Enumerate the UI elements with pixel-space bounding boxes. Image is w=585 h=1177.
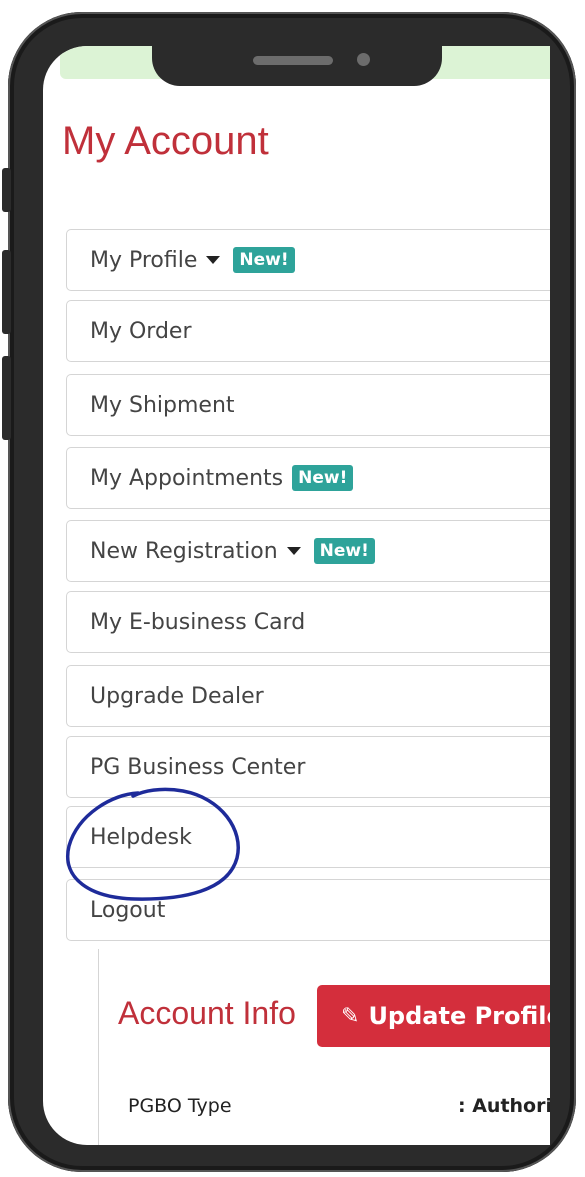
pencil-icon: ✎ [341, 1003, 360, 1029]
menu-item-my-e-business-card[interactable]: My E-business Card [66, 591, 550, 653]
new-badge: New! [313, 538, 375, 564]
phone-notch [152, 40, 442, 86]
menu-item-label: Upgrade Dealer [90, 683, 264, 709]
menu-item-logout[interactable]: Logout [66, 879, 550, 941]
menu-item-label: PG Business Center [90, 754, 306, 780]
menu-item-new-registration[interactable]: New Registration New! [66, 520, 550, 582]
update-profile-label: Update Profile [368, 1002, 550, 1030]
front-camera [357, 53, 370, 66]
caret-down-icon [286, 547, 301, 555]
phone-screen: My Account My Profile New! My Order My S… [43, 46, 550, 1145]
menu-item-upgrade-dealer[interactable]: Upgrade Dealer [66, 665, 550, 727]
menu-item-helpdesk[interactable]: Helpdesk [66, 806, 550, 868]
speaker-grille [253, 56, 333, 65]
menu-item-my-profile[interactable]: My Profile New! [66, 229, 550, 291]
menu-item-my-shipment[interactable]: My Shipment [66, 374, 550, 436]
new-badge: New! [292, 465, 354, 491]
menu-item-label: My E-business Card [90, 609, 306, 635]
menu-item-label: My Order [90, 318, 192, 344]
menu-item-my-order[interactable]: My Order [66, 300, 550, 362]
menu-item-label: My Profile [90, 247, 198, 273]
phone-volume-up-button [2, 250, 11, 334]
menu-item-label: My Shipment [90, 392, 235, 418]
menu-item-pg-business-center[interactable]: PG Business Center [66, 736, 550, 798]
phone-side-button [2, 168, 11, 212]
caret-down-icon [206, 256, 221, 264]
menu-item-label: Helpdesk [90, 824, 192, 850]
page-title: My Account [62, 119, 269, 163]
menu-item-label: New Registration [90, 538, 278, 564]
menu-item-my-appointments[interactable]: My Appointments New! [66, 447, 550, 509]
account-info-title: Account Info [118, 995, 296, 1031]
pgbo-type-value: : Authori [458, 1095, 550, 1117]
menu-item-label: My Appointments [90, 465, 284, 491]
update-profile-button[interactable]: ✎ Update Profile [317, 985, 550, 1047]
pgbo-type-label: PGBO Type [128, 1095, 232, 1117]
account-info-panel: Account Info ✎ Update Profile PGBO Type … [98, 949, 550, 1145]
phone-volume-down-button [2, 356, 11, 440]
menu-item-label: Logout [90, 897, 166, 923]
new-badge: New! [233, 247, 295, 273]
